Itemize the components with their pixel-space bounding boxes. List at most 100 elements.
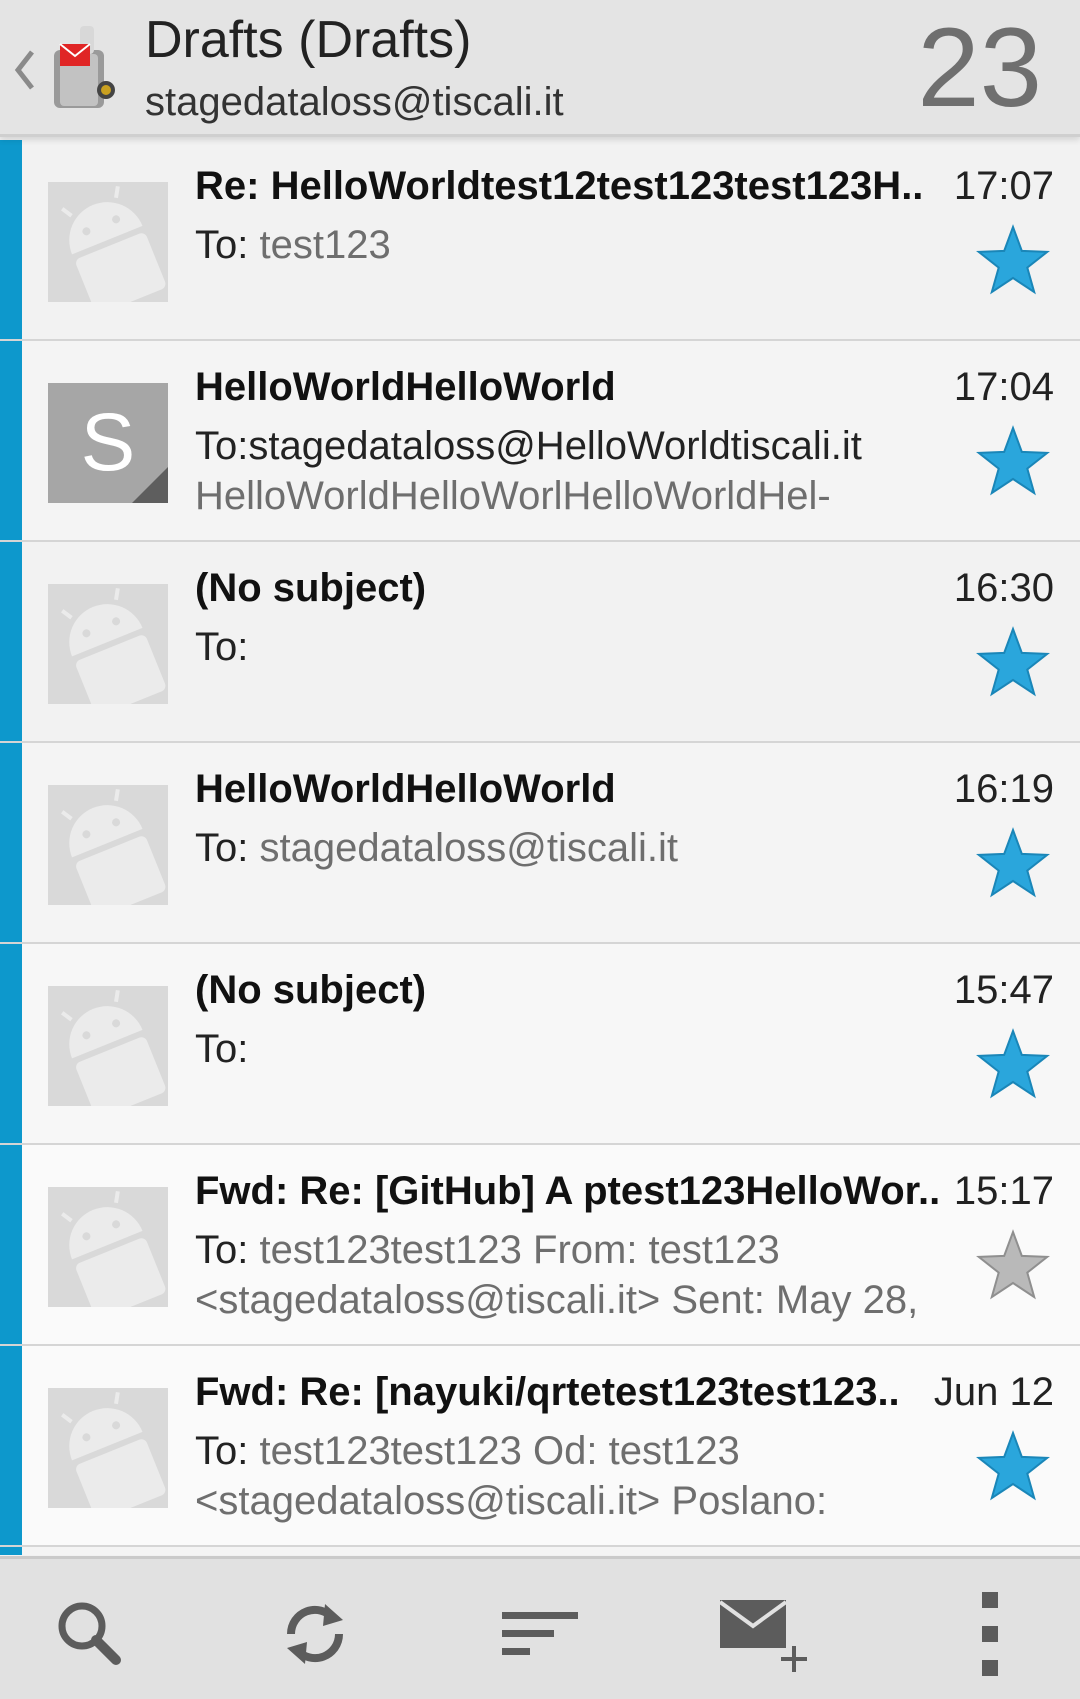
android-avatar-icon[interactable]: [48, 584, 168, 704]
message-row[interactable]: Fwd: Re: [GitHub] A ptest123HelloWor.. 1…: [0, 1145, 1080, 1346]
star-icon[interactable]: [974, 626, 1052, 700]
message-row[interactable]: (No subject) 15:47 To:: [0, 944, 1080, 1145]
message-subject: Re: HelloWorldtest12test123test123H..: [195, 164, 924, 208]
star-icon[interactable]: [974, 1229, 1052, 1303]
account-email: stagedataloss@tiscali.it: [145, 80, 564, 124]
to-label: To:: [195, 1429, 249, 1473]
email-app: Drafts (Drafts) stagedataloss@tiscali.it…: [0, 0, 1080, 1699]
star-filled-shape: [976, 425, 1050, 496]
overflow-menu-button[interactable]: [940, 1589, 1040, 1679]
message-row[interactable]: (No subject) 16:30 To:: [0, 542, 1080, 743]
star-icon[interactable]: [974, 224, 1052, 298]
star-icon[interactable]: [974, 1028, 1052, 1102]
unread-indicator: [0, 1346, 22, 1545]
android-avatar-icon[interactable]: [48, 182, 168, 302]
folder-header: Drafts (Drafts) stagedataloss@tiscali.it…: [0, 0, 1080, 137]
unread-indicator: [0, 1145, 22, 1344]
message-row[interactable]: Re: HelloWorldtest12test123test123H.. 17…: [0, 140, 1080, 341]
android-avatar-icon[interactable]: [48, 986, 168, 1106]
android-robot-glyph: [48, 1187, 168, 1307]
sort-icon: [502, 1612, 578, 1655]
message-recipients: To:: [195, 625, 935, 670]
message-recipients: To: test123: [195, 223, 935, 268]
star-icon[interactable]: [974, 1430, 1052, 1504]
message-recipients: To: test123test123 From: test123: [195, 1228, 935, 1273]
avatar-letter: S: [80, 397, 136, 488]
message-recipients: To:stagedataloss@HelloWorldtiscali.it: [195, 424, 935, 469]
message-preview: HelloWorldHelloWorlHelloWorldHel-: [195, 474, 831, 518]
unread-indicator: [0, 743, 22, 942]
unread-count: 23: [917, 5, 1042, 130]
android-robot-glyph: [48, 785, 168, 905]
message-time: 17:04: [953, 365, 1054, 409]
to-value: test123test123 From: test123: [248, 1228, 780, 1272]
star-filled-shape: [976, 224, 1050, 295]
message-subject: (No subject): [195, 968, 427, 1012]
app-logo-icon[interactable]: [44, 20, 124, 115]
message-subject: Fwd: Re: [GitHub] A ptest123HelloWor..: [195, 1169, 940, 1213]
to-label: To:: [195, 424, 249, 468]
to-value: test123: [248, 223, 391, 267]
search-button[interactable]: [40, 1589, 140, 1679]
to-label: To:: [195, 223, 249, 267]
unread-indicator: [0, 341, 22, 540]
android-robot-glyph: [48, 584, 168, 704]
message-subject: Fwd: Re: [nayuki/qrtetest123test123..: [195, 1370, 900, 1414]
message-recipients: To:: [195, 1027, 935, 1072]
star-icon[interactable]: [974, 827, 1052, 901]
message-time: Jun 12: [933, 1370, 1054, 1414]
message-recipients: To: stagedataloss@tiscali.it: [195, 826, 935, 871]
message-list[interactable]: Re: HelloWorldtest12test123test123H.. 17…: [0, 140, 1080, 1555]
star-filled-shape: [976, 827, 1050, 898]
android-robot-glyph: [48, 1388, 168, 1508]
star-filled-shape: [976, 626, 1050, 697]
back-chevron-icon[interactable]: [8, 38, 38, 98]
star-filled-shape: [976, 1028, 1050, 1099]
to-label: To:: [195, 625, 249, 669]
avatar-corner: [132, 467, 168, 503]
android-avatar-icon[interactable]: [48, 785, 168, 905]
contact-avatar-s[interactable]: S: [48, 383, 168, 503]
compose-icon: [718, 1600, 807, 1672]
message-time: 15:47: [953, 968, 1054, 1012]
android-robot-glyph: [48, 986, 168, 1106]
overflow-menu-icon: [982, 1592, 998, 1676]
bottom-toolbar: [0, 1556, 1080, 1699]
to-value: stagedataloss@HelloWorldtiscali.it: [248, 424, 862, 468]
refresh-button[interactable]: [265, 1589, 365, 1679]
message-time: 17:07: [953, 164, 1054, 208]
message-row[interactable]: HelloWorldHelloWorld 16:19 To: stagedata…: [0, 743, 1080, 944]
message-preview: <stagedataloss@tiscali.it> Sent: May 28,: [195, 1278, 919, 1322]
message-row-partial[interactable]: [0, 1547, 1080, 1555]
android-avatar-icon[interactable]: [48, 1187, 168, 1307]
compose-button[interactable]: [712, 1589, 812, 1679]
to-value: test123test123 Od: test123: [248, 1429, 740, 1473]
message-row[interactable]: S HelloWorldHelloWorld 17:04 To:stagedat…: [0, 341, 1080, 542]
android-avatar-icon[interactable]: [48, 1388, 168, 1508]
to-value: stagedataloss@tiscali.it: [248, 826, 679, 870]
to-label: To:: [195, 826, 249, 870]
star-filled-shape: [976, 1430, 1050, 1501]
to-label: To:: [195, 1027, 249, 1071]
message-recipients: To: test123test123 Od: test123: [195, 1429, 935, 1474]
message-time: 16:19: [953, 767, 1054, 811]
folder-title: Drafts (Drafts): [145, 11, 472, 69]
star-icon[interactable]: [974, 425, 1052, 499]
android-robot-glyph: [48, 182, 168, 302]
message-row[interactable]: Fwd: Re: [nayuki/qrtetest123test123.. Ju…: [0, 1346, 1080, 1547]
star-empty-shape: [976, 1229, 1050, 1300]
message-time: 15:17: [953, 1169, 1054, 1213]
message-subject: HelloWorldHelloWorld: [195, 767, 616, 811]
unread-indicator: [0, 542, 22, 741]
message-time: 16:30: [953, 566, 1054, 610]
to-label: To:: [195, 1228, 249, 1272]
message-preview: <stagedataloss@tiscali.it> Poslano:: [195, 1479, 828, 1523]
message-subject: (No subject): [195, 566, 427, 610]
unread-indicator: [0, 140, 22, 339]
search-icon: [58, 1602, 121, 1665]
sort-button[interactable]: [490, 1589, 590, 1679]
message-subject: HelloWorldHelloWorld: [195, 365, 616, 409]
refresh-icon: [286, 1604, 344, 1664]
unread-indicator: [0, 944, 22, 1143]
unread-indicator: [0, 1547, 22, 1555]
